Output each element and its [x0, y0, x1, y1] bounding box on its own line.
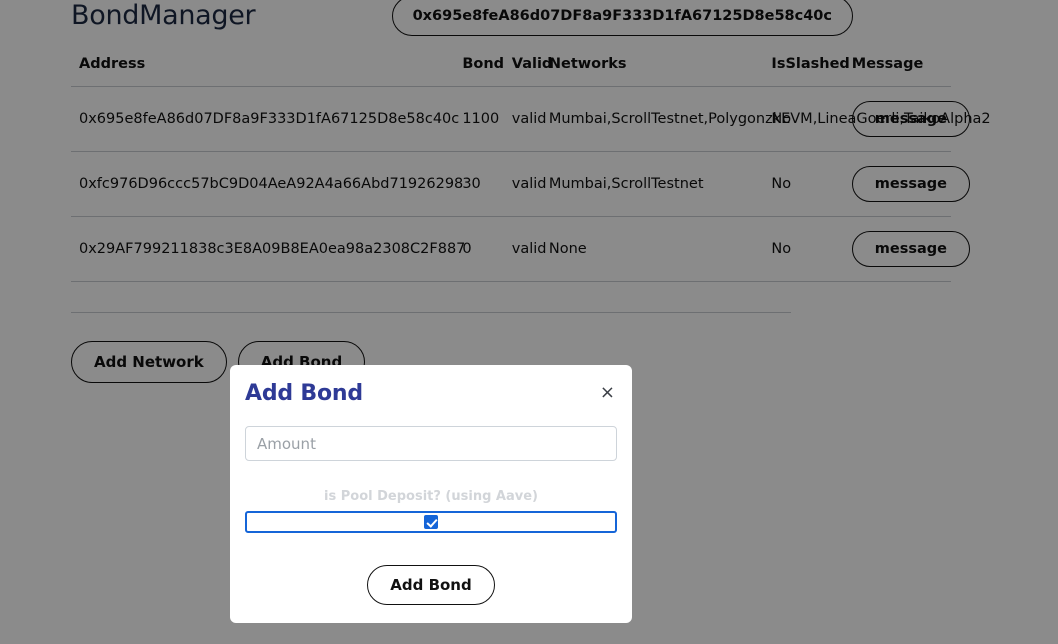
submit-add-bond-button[interactable]: Add Bond [367, 565, 495, 605]
close-icon[interactable]: × [598, 380, 617, 406]
add-bond-modal: Add Bond × is Pool Deposit? (using Aave)… [230, 365, 632, 623]
amount-input[interactable] [245, 426, 617, 461]
modal-title: Add Bond [245, 381, 363, 406]
pool-deposit-checkbox-wrapper[interactable] [245, 511, 617, 533]
modal-body: is Pool Deposit? (using Aave) [245, 414, 617, 533]
modal-header: Add Bond × [245, 380, 617, 414]
pool-deposit-checkbox[interactable] [424, 515, 438, 529]
modal-footer: Add Bond [245, 565, 617, 605]
pool-deposit-label: is Pool Deposit? (using Aave) [324, 489, 538, 504]
